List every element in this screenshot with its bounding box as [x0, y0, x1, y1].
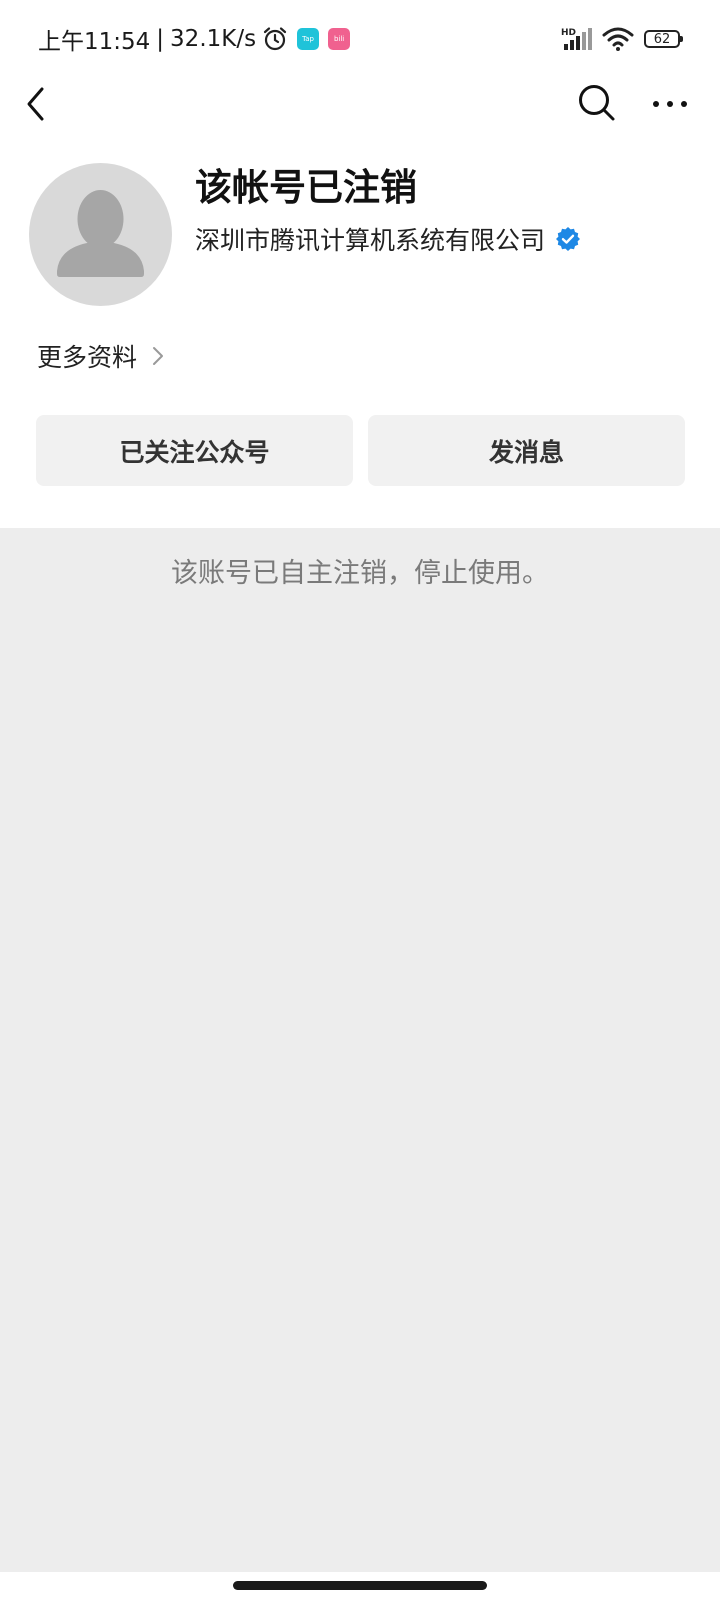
send-message-button[interactable]: 发消息 — [368, 415, 685, 486]
followed-button[interactable]: 已关注公众号 — [36, 415, 353, 486]
status-right: HD 62 — [560, 24, 683, 54]
default-user-icon — [57, 190, 144, 277]
deactivated-notice: 该账号已自主注销，停止使用。 — [171, 558, 549, 589]
status-time: 上午11:54 — [38, 29, 151, 55]
bilibili-app-icon: bili — [328, 28, 351, 50]
more-info-label: 更多资料 — [37, 343, 138, 372]
status-separator: | — [156, 26, 165, 52]
more-dots-icon — [653, 101, 687, 107]
home-indicator[interactable] — [233, 1581, 487, 1590]
battery-icon: 62 — [644, 30, 683, 48]
status-bar: 上午11:54 | 32.1K/s Tap bili HD 62 — [0, 0, 720, 76]
more-button[interactable] — [650, 86, 690, 122]
company-row: 深圳市腾讯计算机系统有限公司 — [195, 219, 581, 259]
alarm-icon — [262, 26, 288, 52]
search-icon — [579, 85, 615, 121]
status-net-speed: 32.1K/s — [170, 26, 257, 52]
wifi-icon — [602, 26, 634, 52]
company-name: 深圳市腾讯计算机系统有限公司 — [195, 226, 546, 255]
back-button[interactable] — [18, 80, 58, 128]
hd-signal-icon: HD — [560, 26, 594, 52]
more-info-link[interactable]: 更多资料 — [37, 338, 165, 374]
status-left: 上午11:54 | 32.1K/s Tap bili — [38, 22, 351, 56]
svg-text:HD: HD — [561, 28, 576, 38]
verified-badge-icon — [555, 226, 581, 252]
account-name: 该帐号已注销 — [195, 166, 417, 209]
tap-app-icon: Tap — [297, 28, 320, 50]
avatar[interactable] — [29, 163, 172, 306]
search-button[interactable] — [576, 82, 618, 124]
chevron-right-icon — [151, 344, 165, 368]
chevron-left-icon — [27, 87, 44, 121]
